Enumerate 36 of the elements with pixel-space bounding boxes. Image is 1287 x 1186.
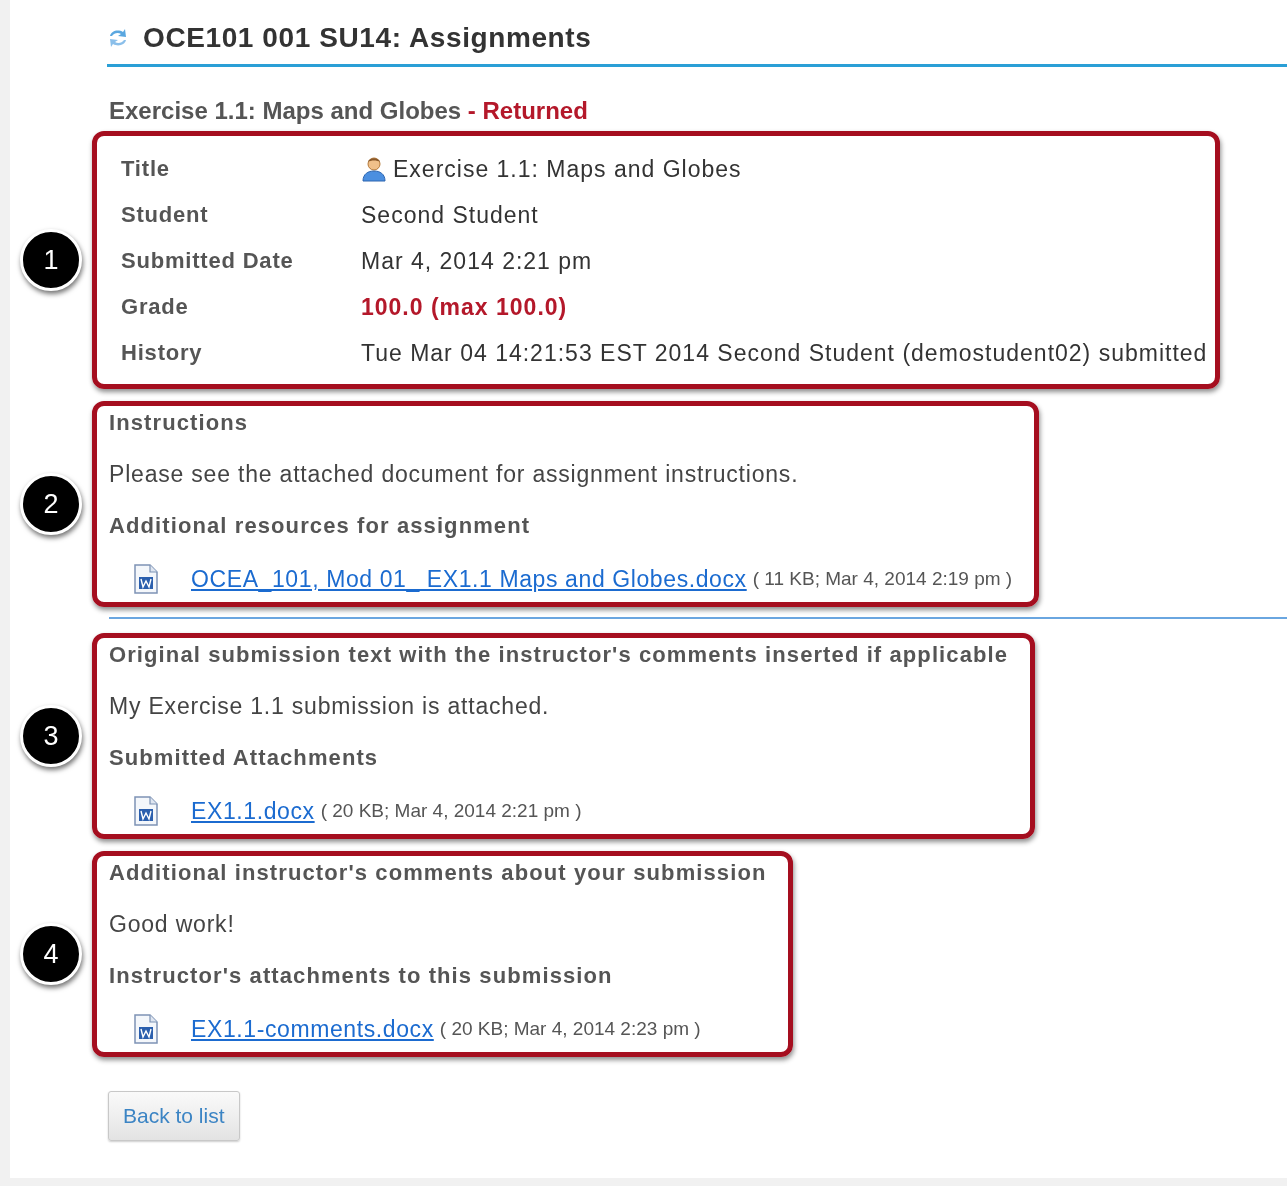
section-text: My Exercise 1.1 submission is attached. [109,693,551,720]
callout-number: 2 [20,473,82,535]
attachment-link[interactable]: EX1.1-comments.docx [191,1015,434,1043]
word-document-icon [133,796,159,826]
attachment-meta: ( 20 KB; Mar 4, 2014 2:21 pm ) [320,800,582,822]
callout-number: 1 [20,229,82,291]
field-label: Grade [121,294,190,320]
field-value: Tue Mar 04 14:21:53 EST 2014 Second Student (demostudent02) submitted [361,339,1208,367]
word-document-icon [133,564,159,594]
field-label: Submitted Date [121,248,295,274]
field-value: Exercise 1.1: Maps and Globes [393,155,742,183]
attachment-meta: ( 20 KB; Mar 4, 2014 2:23 pm ) [439,1018,701,1040]
callout-number: 4 [20,923,82,985]
section-heading: Submitted Attachments [109,745,380,771]
section-heading: Additional instructor's comments about your submission [109,860,767,886]
section-heading: Instructions [109,410,250,436]
section-heading: Original submission text with the instructor's comments inserted if applicable [109,642,1009,668]
field-value: Mar 4, 2014 2:21 pm [361,247,593,275]
attachment-meta: ( 11 KB; Mar 4, 2014 2:19 pm ) [752,568,1013,590]
assignment-title: Exercise 1.1: Maps and Globes - Returned [109,97,589,125]
person-icon [361,156,387,182]
section-heading: Instructor's attachments to this submission [109,963,614,989]
field-label: Title [121,156,171,182]
attachment-link[interactable]: OCEA_101, Mod 01_ EX1.1 Maps and Globes.docx [191,565,747,593]
field-label: History [121,340,204,366]
field-value: Second Student [361,201,539,229]
attachment-link[interactable]: EX1.1.docx [191,797,315,825]
section-heading: Additional resources for assignment [109,513,532,539]
callout-number: 3 [20,705,82,767]
section-text: Please see the attached document for assignment instructions. [109,461,800,488]
back-button[interactable]: Back to list [108,1091,240,1141]
page-title: OCE101 001 SU14: Assignments [143,22,592,54]
section-text: Good work! [109,911,236,938]
field-value: 100.0 (max 100.0) [361,293,568,321]
field-label: Student [121,202,210,228]
word-document-icon [133,1014,159,1044]
